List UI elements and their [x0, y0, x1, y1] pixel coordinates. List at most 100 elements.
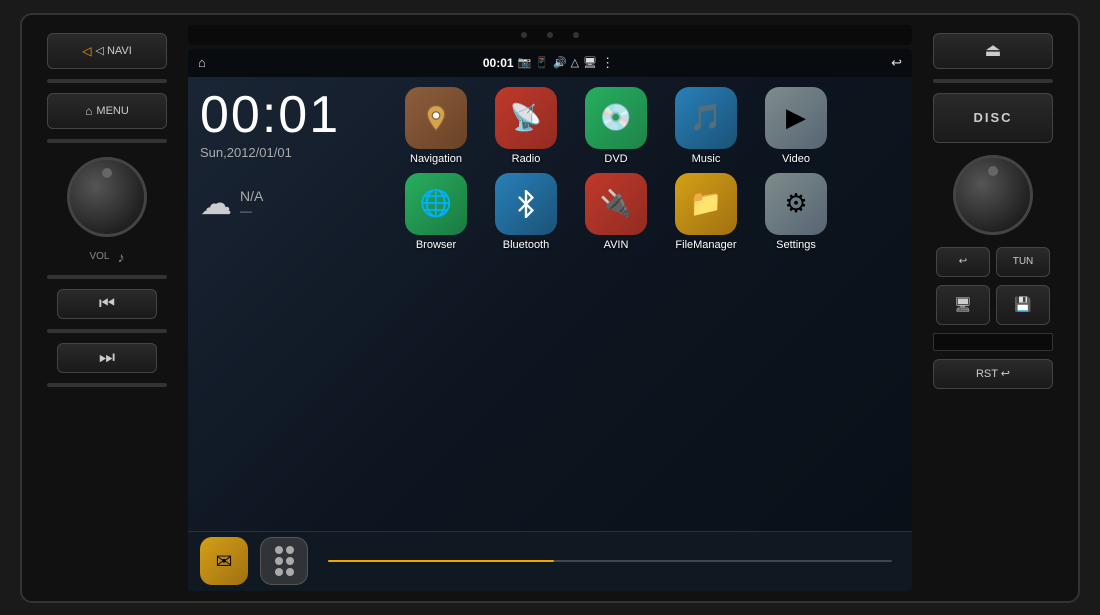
screen-button[interactable]: 🖥 [936, 285, 990, 325]
slot-line-3 [47, 275, 167, 279]
disc-button[interactable]: DISC [933, 93, 1053, 143]
weather-info: N/A — [240, 188, 263, 218]
app-label-radio: Radio [512, 153, 541, 165]
card-slot [933, 333, 1053, 351]
right-slot-1 [933, 79, 1053, 83]
app-row-1: Navigation 📡 Radio 💿 DVD 🎵 Music ▶ Video [396, 87, 904, 165]
car-head-unit: ◁ ◁ NAVI ⌂ MENU VOL ♪ ⏮ ⏭ [20, 13, 1080, 603]
app-icon-bg-settings: ⚙ [765, 173, 827, 235]
email-dock-icon: ✉ [216, 549, 233, 574]
app-label-browser: Browser [416, 239, 456, 251]
back-tun-row: ↩ TUN [936, 247, 1050, 277]
vol-label: VOL [89, 251, 109, 262]
app-icon-bluetooth[interactable]: Bluetooth [486, 173, 566, 251]
app-icon-music[interactable]: 🎵 Music [666, 87, 746, 165]
app-icon-bg-video: ▶ [765, 87, 827, 149]
screen-status-icon: 🖥 [583, 56, 597, 69]
triangle-status-icon: △ [571, 56, 579, 69]
app-icon-bg-avin: 🔌 [585, 173, 647, 235]
slot-dot-3 [573, 32, 579, 38]
app-icon-settings[interactable]: ⚙ Settings [756, 173, 836, 251]
app-icon-filemanager[interactable]: 📁FileManager [666, 173, 746, 251]
app-label-settings: Settings [776, 239, 816, 251]
app-icon-browser[interactable]: 🌐 Browser [396, 173, 476, 251]
app-icon-bg-bluetooth [495, 173, 557, 235]
slot-line-4 [47, 329, 167, 333]
tuning-knob[interactable] [953, 155, 1033, 235]
app-icon-bg-radio: 📡 [495, 87, 557, 149]
app-icon-video[interactable]: ▶ Video [756, 87, 836, 165]
app-icon-radio[interactable]: 📡 Radio [486, 87, 566, 165]
weather-desc: — [240, 204, 263, 218]
volume-knob[interactable] [67, 157, 147, 237]
rst-button[interactable]: RST ↩ [933, 359, 1053, 389]
weather-widget: ☁ N/A — [200, 184, 376, 222]
navi-arrow-icon: ◁ [82, 44, 91, 58]
app-label-bluetooth: Bluetooth [503, 239, 549, 251]
status-bar: ⌂ 00:01 📷 📱 🔊 △ 🖥 ⋮ ↩ [188, 49, 912, 77]
prev-button[interactable]: ⏮ [57, 289, 157, 319]
camera-status-icon: 📷 [518, 56, 532, 69]
top-slot [188, 25, 912, 45]
clock-display: 00:01 [200, 89, 376, 141]
back-icon: ↩ [959, 256, 967, 267]
back-status-icon[interactable]: ↩ [891, 55, 902, 71]
phone-status-icon: 📱 [535, 56, 549, 69]
app-label-navigation: Navigation [410, 153, 462, 165]
disc-label: DISC [973, 110, 1012, 125]
app-icon-bg-navigation [405, 87, 467, 149]
slot-line-top [47, 79, 167, 83]
next-button[interactable]: ⏭ [57, 343, 157, 373]
rst-label: RST ↩ [976, 367, 1010, 380]
status-bar-right: ↩ [891, 55, 902, 71]
dock-apps-button[interactable] [260, 537, 308, 585]
app-icon-navigation[interactable]: Navigation [396, 87, 476, 165]
app-label-video: Video [782, 153, 810, 165]
apps-area: Navigation 📡 Radio 💿 DVD 🎵 Music ▶ Video 🌐 Browse… [388, 77, 912, 531]
home-status-icon[interactable]: ⌂ [198, 55, 206, 70]
main-content: 00:01 Sun,2012/01/01 ☁ N/A — Navigation 📡… [188, 77, 912, 531]
status-bar-left: ⌂ [198, 55, 206, 70]
vol-row: VOL ♪ [89, 249, 124, 265]
sd-icon: 💾 [1014, 296, 1031, 313]
cloud-icon: ☁ [200, 184, 232, 222]
weather-temp: N/A [240, 188, 263, 204]
bottom-dock: ✉ [188, 531, 912, 591]
android-screen: ⌂ 00:01 📷 📱 🔊 △ 🖥 ⋮ ↩ [188, 49, 912, 591]
app-label-music: Music [692, 153, 721, 165]
right-panel: ⏏ DISC ↩ TUN 🖥 💾 RST ↩ [918, 25, 1068, 591]
eject-icon: ⏏ [984, 40, 1001, 61]
slot-line-5 [47, 383, 167, 387]
menu-dots-icon[interactable]: ⋮ [601, 55, 614, 71]
tun-button[interactable]: TUN [996, 247, 1050, 277]
status-bar-center: 00:01 📷 📱 🔊 △ 🖥 ⋮ [483, 55, 614, 71]
back-button[interactable]: ↩ [936, 247, 990, 277]
eject-button[interactable]: ⏏ [933, 33, 1053, 69]
navi-button[interactable]: ◁ ◁ NAVI [47, 33, 167, 69]
speaker-icon: ♪ [118, 249, 125, 265]
prev-icon: ⏮ [99, 293, 115, 314]
next-icon: ⏭ [99, 347, 115, 368]
app-icon-bg-browser: 🌐 [405, 173, 467, 235]
dock-email-button[interactable]: ✉ [200, 537, 248, 585]
slot-dot-2 [547, 32, 553, 38]
app-label-filemanager: FileManager [675, 239, 736, 251]
app-icon-dvd[interactable]: 💿 DVD [576, 87, 656, 165]
app-icon-bg-music: 🎵 [675, 87, 737, 149]
menu-label: MENU [96, 105, 128, 117]
dock-page-indicator [328, 560, 892, 562]
left-info-panel: 00:01 Sun,2012/01/01 ☁ N/A — [188, 77, 388, 531]
icon-button-row: 🖥 💾 [936, 285, 1050, 325]
volume-status-icon: 🔊 [553, 56, 567, 69]
app-row-2: 🌐 Browser Bluetooth 🔌AVIN📁FileManager ⚙ Setti… [396, 173, 904, 251]
app-label-dvd: DVD [604, 153, 627, 165]
home-icon-sm: ⌂ [85, 104, 92, 118]
tun-label: TUN [1013, 256, 1034, 267]
app-icon-bg-dvd: 💿 [585, 87, 647, 149]
apps-grid-icon [275, 546, 294, 576]
menu-button[interactable]: ⌂ MENU [47, 93, 167, 129]
left-panel: ◁ ◁ NAVI ⌂ MENU VOL ♪ ⏮ ⏭ [32, 25, 182, 591]
screen-container: ⌂ 00:01 📷 📱 🔊 △ 🖥 ⋮ ↩ [188, 25, 912, 591]
app-icon-avin[interactable]: 🔌AVIN [576, 173, 656, 251]
sd-button[interactable]: 💾 [996, 285, 1050, 325]
